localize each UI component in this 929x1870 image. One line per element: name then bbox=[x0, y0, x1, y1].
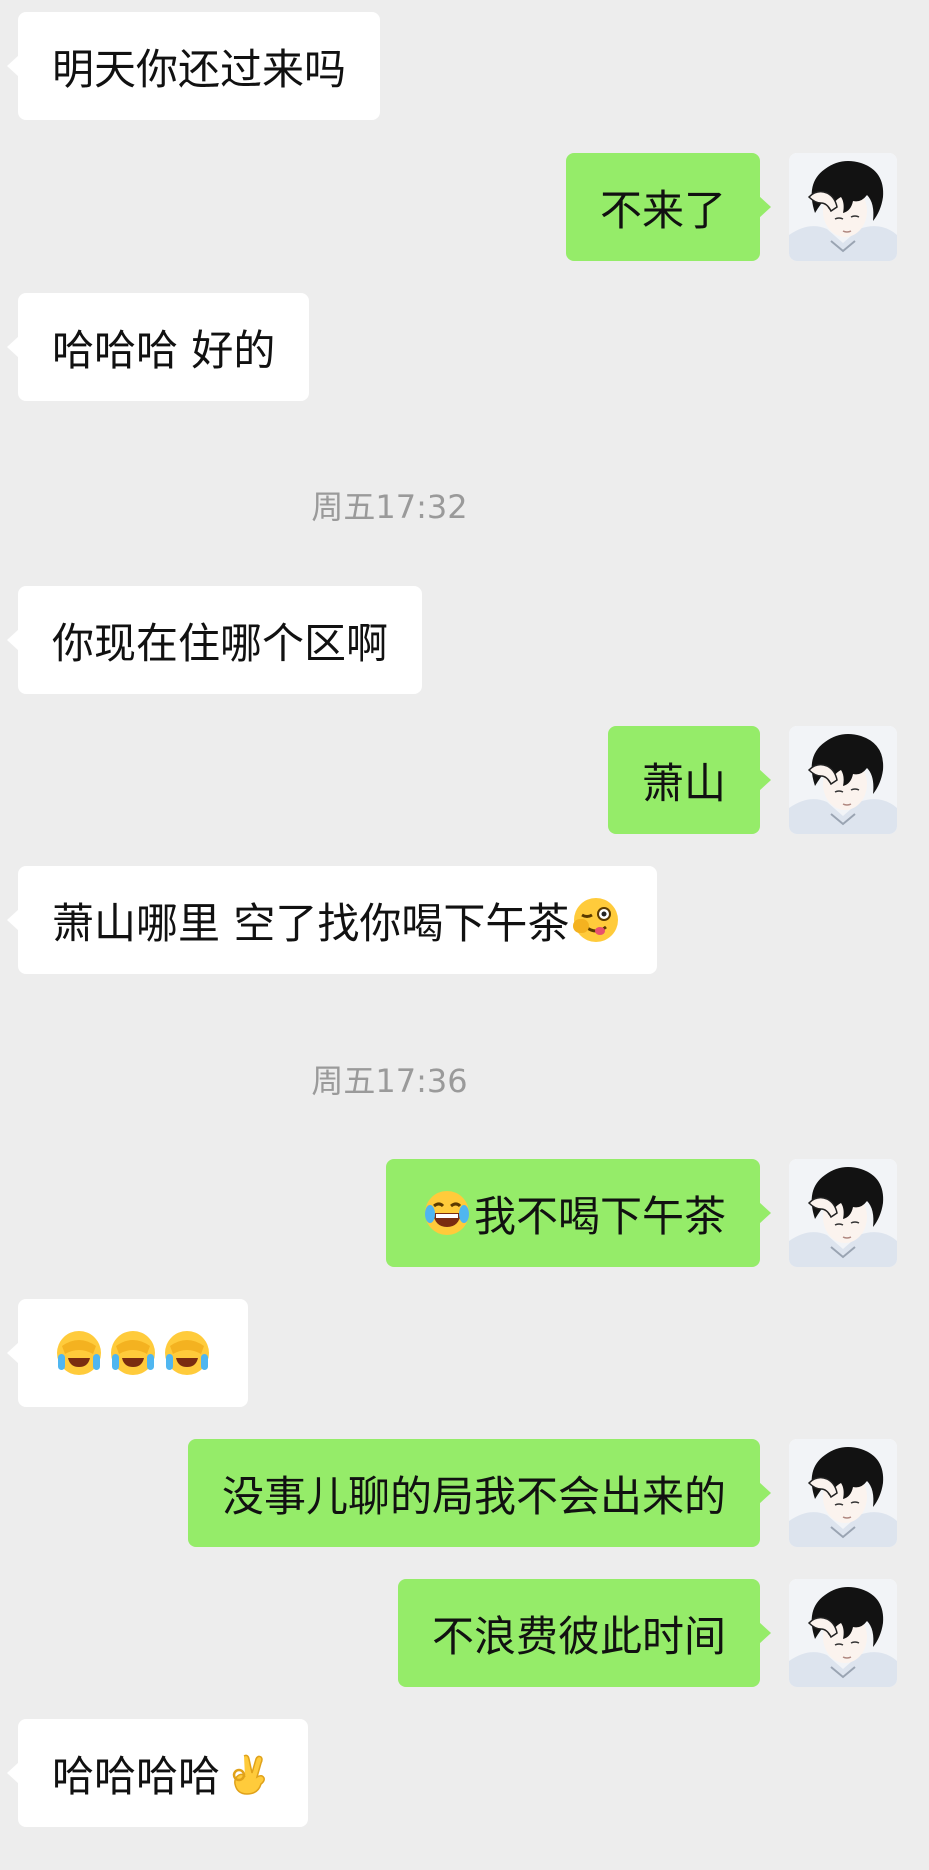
chat-window: 明天你还过来吗 不来了 哈哈哈 好的 周五17:32 你现在住哪个区啊 萧山 萧… bbox=[0, 0, 929, 1870]
anime-boy-avatar-icon bbox=[789, 1579, 897, 1687]
message-text: 明天你还过来吗 bbox=[52, 44, 347, 94]
anime-boy-avatar-icon bbox=[789, 726, 897, 834]
message-text: 我不喝下午茶 bbox=[473, 1191, 726, 1241]
timestamp: 周五17:36 bbox=[311, 1062, 468, 1100]
message-text: 萧山哪里 空了找你喝下午茶 bbox=[52, 898, 570, 948]
timestamp: 周五17:32 bbox=[311, 488, 468, 526]
facepalm-cry-emoji-icon bbox=[108, 1328, 158, 1378]
wink-tongue-emoji-icon bbox=[571, 895, 621, 945]
facepalm-cry-emoji-icon bbox=[162, 1328, 212, 1378]
anime-boy-avatar-icon bbox=[789, 1439, 897, 1547]
avatar[interactable] bbox=[789, 726, 897, 834]
message-bubble[interactable]: 不来了 bbox=[565, 153, 772, 261]
message-bubble[interactable]: 萧山哪里 空了找你喝下午茶 bbox=[6, 866, 658, 974]
anime-boy-avatar-icon bbox=[789, 153, 897, 261]
message-text: 不来了 bbox=[599, 185, 726, 235]
message-bubble[interactable]: 萧山 bbox=[607, 726, 772, 834]
message-bubble[interactable]: 明天你还过来吗 bbox=[6, 12, 381, 120]
message-bubble[interactable] bbox=[7, 1299, 248, 1407]
message-bubble[interactable]: 你现在住哪个区啊 bbox=[6, 586, 423, 694]
message-bubble[interactable]: 哈哈哈哈 bbox=[6, 1719, 309, 1827]
avatar[interactable] bbox=[789, 1439, 897, 1547]
avatar[interactable] bbox=[789, 1579, 897, 1687]
message-bubble[interactable]: 我不喝下午茶 bbox=[385, 1159, 772, 1267]
message-bubble[interactable]: 哈哈哈 好的 bbox=[6, 293, 310, 401]
message-bubble[interactable]: 不浪费彼此时间 bbox=[397, 1579, 772, 1687]
message-text: 不浪费彼此时间 bbox=[431, 1611, 726, 1661]
message-text: 哈哈哈 好的 bbox=[52, 325, 276, 375]
laugh-tears-emoji-icon bbox=[422, 1188, 472, 1238]
avatar[interactable] bbox=[789, 153, 897, 261]
message-text: 你现在住哪个区啊 bbox=[52, 618, 389, 668]
facepalm-cry-emoji-icon bbox=[54, 1328, 104, 1378]
message-bubble[interactable]: 没事儿聊的局我不会出来的 bbox=[187, 1439, 772, 1547]
message-text: 没事儿聊的局我不会出来的 bbox=[221, 1471, 726, 1521]
anime-boy-avatar-icon bbox=[789, 1159, 897, 1267]
message-text: 哈哈哈哈 bbox=[52, 1751, 221, 1801]
avatar[interactable] bbox=[789, 1159, 897, 1267]
ok-hand-emoji-icon bbox=[222, 1748, 272, 1798]
message-text: 萧山 bbox=[641, 758, 726, 808]
